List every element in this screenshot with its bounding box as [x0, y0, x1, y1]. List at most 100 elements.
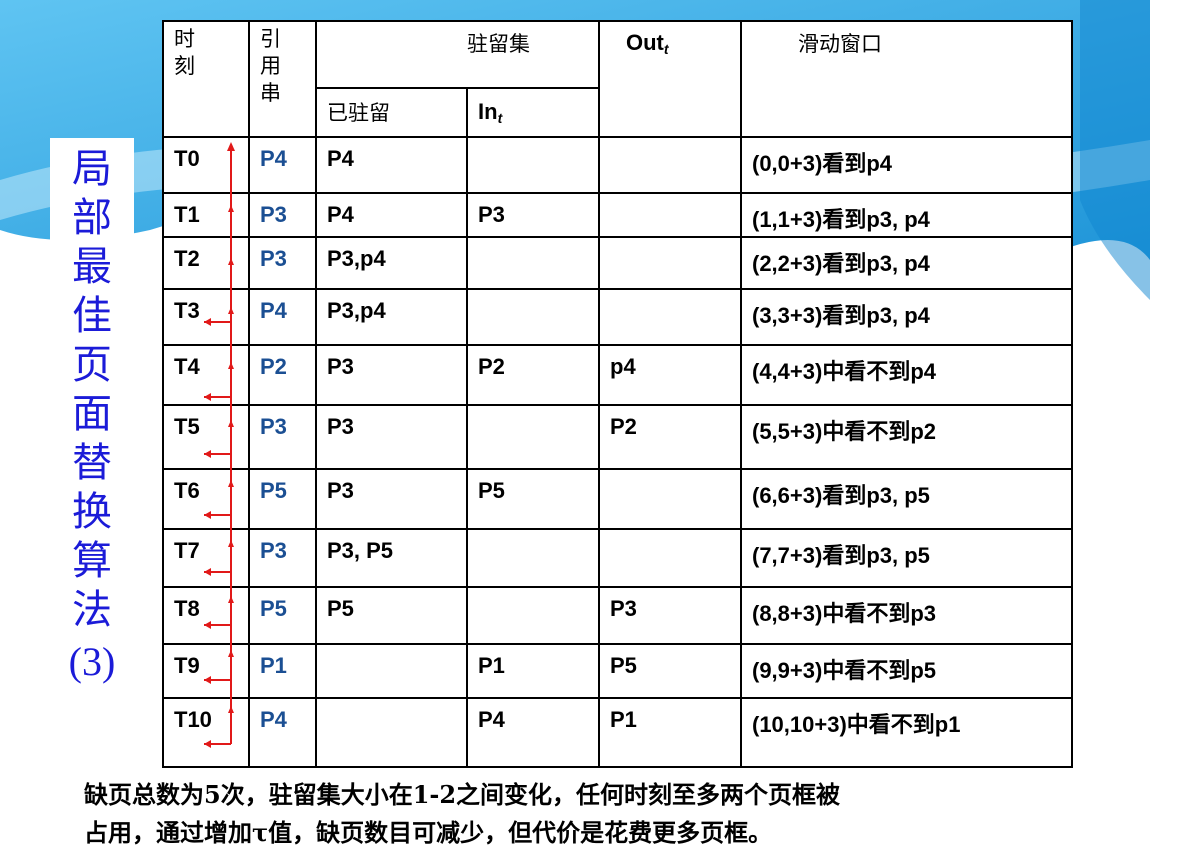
table-row: T10 P4 P4 P1 (10,10+3)中看不到p1 [162, 697, 1073, 768]
cell-resident: P3,p4 [315, 288, 468, 346]
cell-in-text: P2 [478, 354, 505, 379]
header-ref-char: 串 [260, 81, 281, 105]
table-row: T9 P1 P1 P5 (9,9+3)中看不到p5 [162, 643, 1073, 699]
cell-ref: P5 [248, 586, 317, 645]
cell-in: P4 [466, 697, 600, 768]
cell-window: (2,2+3)看到p3, p4 [740, 236, 1073, 290]
cell-in: P3 [466, 192, 600, 238]
header-ref: 引用串 [248, 20, 317, 138]
cell-window-text: (9,9+3)中看不到p5 [752, 658, 936, 683]
cell-resident-text: P5 [327, 596, 354, 621]
cell-out [598, 468, 742, 530]
cell-window-text: (7,7+3)看到p3, p5 [752, 543, 930, 568]
cell-window: (0,0+3)看到p4 [740, 136, 1073, 194]
title-char: 页 [72, 342, 112, 388]
cell-time-text: T6 [174, 478, 200, 503]
cell-resident: P3 [315, 344, 468, 406]
title-char: 局 [72, 146, 112, 192]
table-row: T5 P3 P3 P2 (5,5+3)中看不到p2 [162, 404, 1073, 470]
table-row: T1 P3 P4 P3 (1,1+3)看到p3, p4 [162, 192, 1073, 238]
cell-out-text: P2 [610, 414, 637, 439]
header-ref-char: 用 [260, 54, 281, 78]
cell-ref: P4 [248, 288, 317, 346]
cell-time: T5 [162, 404, 250, 470]
cell-resident-text: P3 [327, 354, 354, 379]
cell-ref: P3 [248, 404, 317, 470]
title-char: 部 [72, 195, 112, 241]
table-row: T7 P3 P3, P5 (7,7+3)看到p3, p5 [162, 528, 1073, 588]
header-in-sub: t [497, 110, 503, 126]
header-out: Outt [598, 20, 742, 138]
cell-time-text: T8 [174, 596, 200, 621]
cell-window-text: (5,5+3)中看不到p2 [752, 419, 936, 444]
cell-out-text [600, 138, 740, 146]
cell-window-text: (10,10+3)中看不到p1 [752, 712, 961, 737]
cell-ref-text: P3 [260, 538, 287, 563]
cell-out-text [600, 530, 740, 538]
cell-ref-text: P3 [260, 414, 287, 439]
cell-in-text: P3 [478, 202, 505, 227]
cell-resident-text: P3 [327, 414, 354, 439]
title-char: 法 [72, 587, 112, 633]
cell-in-text: P1 [478, 653, 505, 678]
cell-window: (3,3+3)看到p3, p4 [740, 288, 1073, 346]
cell-in-text [468, 238, 598, 246]
page-table: 时刻 引用串 驻留集 Outt 滑动窗口 已驻留 Int T0 P4 P4 (0,0+… [162, 20, 1073, 768]
cell-resident: P5 [315, 586, 468, 645]
cell-resident [315, 697, 468, 768]
cell-out [598, 192, 742, 238]
cell-window: (4,4+3)中看不到p4 [740, 344, 1073, 406]
title-char: 算 [72, 538, 112, 584]
cell-in: P5 [466, 468, 600, 530]
cell-out: P3 [598, 586, 742, 645]
table-row: T2 P3 P3,p4 (2,2+3)看到p3, p4 [162, 236, 1073, 290]
cell-out [598, 528, 742, 588]
cell-ref-text: P1 [260, 653, 287, 678]
cell-ref-text: P4 [260, 146, 287, 171]
cell-window-text: (8,8+3)中看不到p3 [752, 601, 936, 626]
header-resident: 已驻留 [315, 87, 468, 138]
cell-ref: P1 [248, 643, 317, 699]
cell-window: (10,10+3)中看不到p1 [740, 697, 1073, 768]
cell-ref-text: P2 [260, 354, 287, 379]
header-window-label: 滑动窗口 [798, 32, 882, 56]
cell-in-text [468, 406, 598, 414]
header-time-char: 时 [174, 27, 195, 51]
cell-window-text: (0,0+3)看到p4 [752, 151, 892, 176]
cell-window-text: (4,4+3)中看不到p4 [752, 359, 936, 384]
header-out-sub: t [663, 41, 669, 57]
page-title: 局 部 最 佳 页 面 替 换 算 法 (3) [50, 145, 134, 689]
cell-resident-text [317, 699, 466, 707]
cell-window-text: (6,6+3)看到p3, p5 [752, 483, 930, 508]
cell-window: (5,5+3)中看不到p2 [740, 404, 1073, 470]
cell-resident: P4 [315, 192, 468, 238]
cell-time-text: T10 [174, 707, 212, 732]
cell-ref: P5 [248, 468, 317, 530]
cell-resident: P3 [315, 404, 468, 470]
table-row: T8 P5 P5 P3 (8,8+3)中看不到p3 [162, 586, 1073, 645]
cell-out [598, 136, 742, 194]
header-resident-label: 已驻留 [327, 101, 390, 125]
cell-ref-text: P3 [260, 202, 287, 227]
cell-resident: P3,p4 [315, 236, 468, 290]
cell-resident: P4 [315, 136, 468, 194]
table-row: T3 P4 P3,p4 (3,3+3)看到p3, p4 [162, 288, 1073, 346]
cell-window: (7,7+3)看到p3, p5 [740, 528, 1073, 588]
cell-time: T7 [162, 528, 250, 588]
title-char: 替 [72, 440, 112, 486]
header-ref-char: 引 [260, 27, 281, 51]
cell-resident-text [317, 645, 466, 653]
cell-out-text: p4 [610, 354, 636, 379]
cell-out: P5 [598, 643, 742, 699]
cell-resident-text: P3,p4 [327, 298, 386, 323]
cell-window-text: (3,3+3)看到p3, p4 [752, 303, 930, 328]
replacement-table: 时刻 引用串 驻留集 Outt 滑动窗口 已驻留 Int T0 P4 P4 (0,0+… [162, 20, 1073, 768]
footer-line: 缺页总数为5次，驻留集大小在1-2之间变化，任何时刻至多两个页框被 [84, 780, 841, 809]
cell-in [466, 528, 600, 588]
cell-window: (1,1+3)看到p3, p4 [740, 192, 1073, 238]
cell-in [466, 288, 600, 346]
cell-resident: P3, P5 [315, 528, 468, 588]
cell-ref: P3 [248, 528, 317, 588]
cell-in [466, 136, 600, 194]
cell-time: T6 [162, 468, 250, 530]
